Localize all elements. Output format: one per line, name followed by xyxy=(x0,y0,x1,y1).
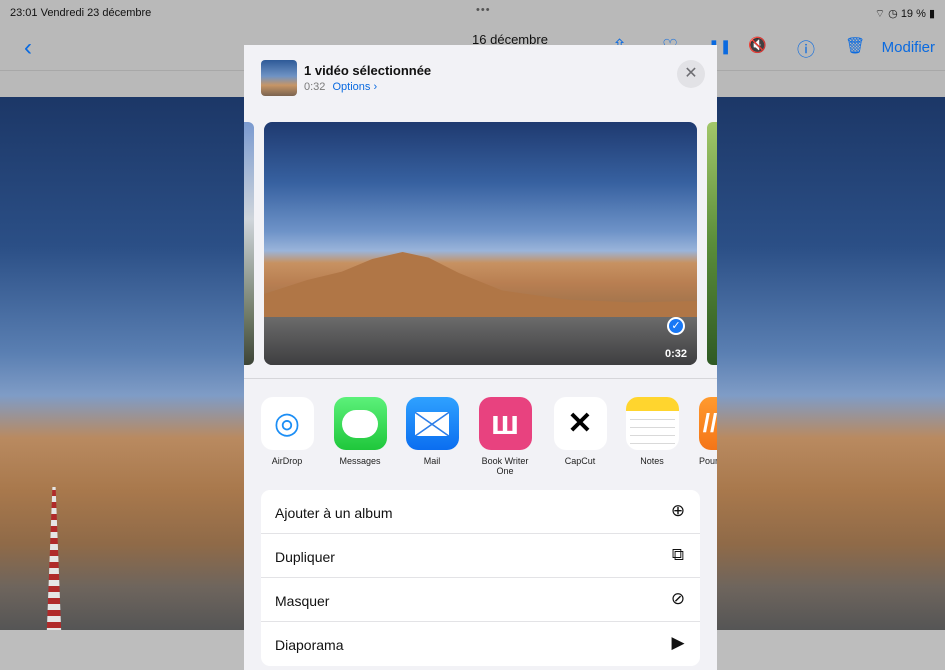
app-label: AirDrop xyxy=(271,456,303,466)
preview-duration: 0:32 xyxy=(664,348,687,360)
app-notes[interactable]: Notes xyxy=(616,397,688,466)
selected-check-icon[interactable]: ✓ xyxy=(667,317,685,335)
app-label: Notes xyxy=(640,456,664,466)
video-thumbnail xyxy=(261,60,297,96)
status-time-date: 23:01 Vendredi 23 décembre xyxy=(10,7,152,19)
share-app-row[interactable]: ◎ AirDrop Messages Mail ш Book Writer On… xyxy=(244,397,717,481)
mail-icon xyxy=(405,397,459,450)
capcut-icon: ✕ xyxy=(553,397,607,450)
app-capcut[interactable]: ✕ CapCut xyxy=(544,397,616,466)
slideshow-play-icon: ▶ xyxy=(671,633,685,652)
share-sheet-title: 1 vidéo sélectionnée xyxy=(304,63,432,78)
app-mail[interactable]: Mail xyxy=(396,397,468,466)
action-slideshow[interactable]: Diaporama ▶ xyxy=(261,622,700,666)
app-messages[interactable]: Messages xyxy=(324,397,396,466)
action-duplicate[interactable]: Dupliquer ⧉ xyxy=(261,534,700,578)
action-list: Ajouter à un album ⊕ Dupliquer ⧉ Masquer… xyxy=(261,490,700,666)
preview-road xyxy=(264,317,697,365)
info-icon[interactable]: ⓘ xyxy=(797,36,815,62)
radio-mast xyxy=(46,487,62,652)
preview-carousel[interactable]: ✓ 0:32 xyxy=(244,122,717,368)
add-to-album-icon: ⊕ xyxy=(670,501,686,520)
close-button[interactable]: ✕ xyxy=(677,60,705,88)
status-bar: 23:01 Vendredi 23 décembre ••• ⌔ ◷ 19 % … xyxy=(10,4,935,21)
duplicate-icon: ⧉ xyxy=(671,545,685,564)
app-book-writer-one[interactable]: ш Book Writer One xyxy=(469,397,541,476)
multitask-dots[interactable]: ••• xyxy=(476,4,491,16)
app-label: Book Writer One xyxy=(481,456,529,476)
app-label: CapCut xyxy=(564,456,596,466)
book-writer-icon: ш xyxy=(478,397,532,450)
action-label: Dupliquer xyxy=(275,549,335,565)
video-duration: 0:32 xyxy=(304,81,326,93)
share-sheet-subtitle: 0:32 Options › xyxy=(304,81,377,93)
selected-video-preview[interactable]: ✓ 0:32 xyxy=(264,122,697,365)
action-add-to-album[interactable]: Ajouter à un album ⊕ xyxy=(261,490,700,534)
app-pour[interactable]: // Pour xyxy=(688,397,717,466)
trash-icon[interactable]: 🗑 xyxy=(845,36,865,56)
action-hide[interactable]: Masquer ⊘ xyxy=(261,578,700,622)
options-link[interactable]: Options › xyxy=(332,81,377,93)
action-label: Diaporama xyxy=(275,637,344,653)
next-item-preview[interactable] xyxy=(707,122,717,365)
share-sheet: 1 vidéo sélectionnée 0:32 Options › ✕ ✓ … xyxy=(244,45,717,670)
edit-button[interactable]: Modifier xyxy=(882,39,935,56)
back-button[interactable]: ‹ xyxy=(24,34,32,62)
mute-icon[interactable]: 🔇 xyxy=(748,36,767,54)
app-label: Pour xyxy=(699,456,717,466)
action-label: Ajouter à un album xyxy=(275,505,393,521)
section-divider xyxy=(244,378,717,379)
status-indicators: ⌔ ◷ 19 % ▮ xyxy=(874,8,935,20)
share-sheet-header: 1 vidéo sélectionnée 0:32 Options › ✕ xyxy=(244,45,717,107)
airdrop-icon: ◎ xyxy=(260,397,314,450)
action-label: Masquer xyxy=(275,593,330,609)
app-label: Messages xyxy=(339,456,381,466)
app-airdrop[interactable]: ◎ AirDrop xyxy=(251,397,323,466)
previous-item-preview[interactable] xyxy=(244,122,254,365)
hide-eye-icon: ⊘ xyxy=(670,589,686,608)
app-label: Mail xyxy=(423,456,441,466)
messages-icon xyxy=(333,397,387,450)
preview-mountain xyxy=(264,252,697,322)
pour-icon: // xyxy=(699,397,717,450)
notes-icon xyxy=(625,397,679,450)
